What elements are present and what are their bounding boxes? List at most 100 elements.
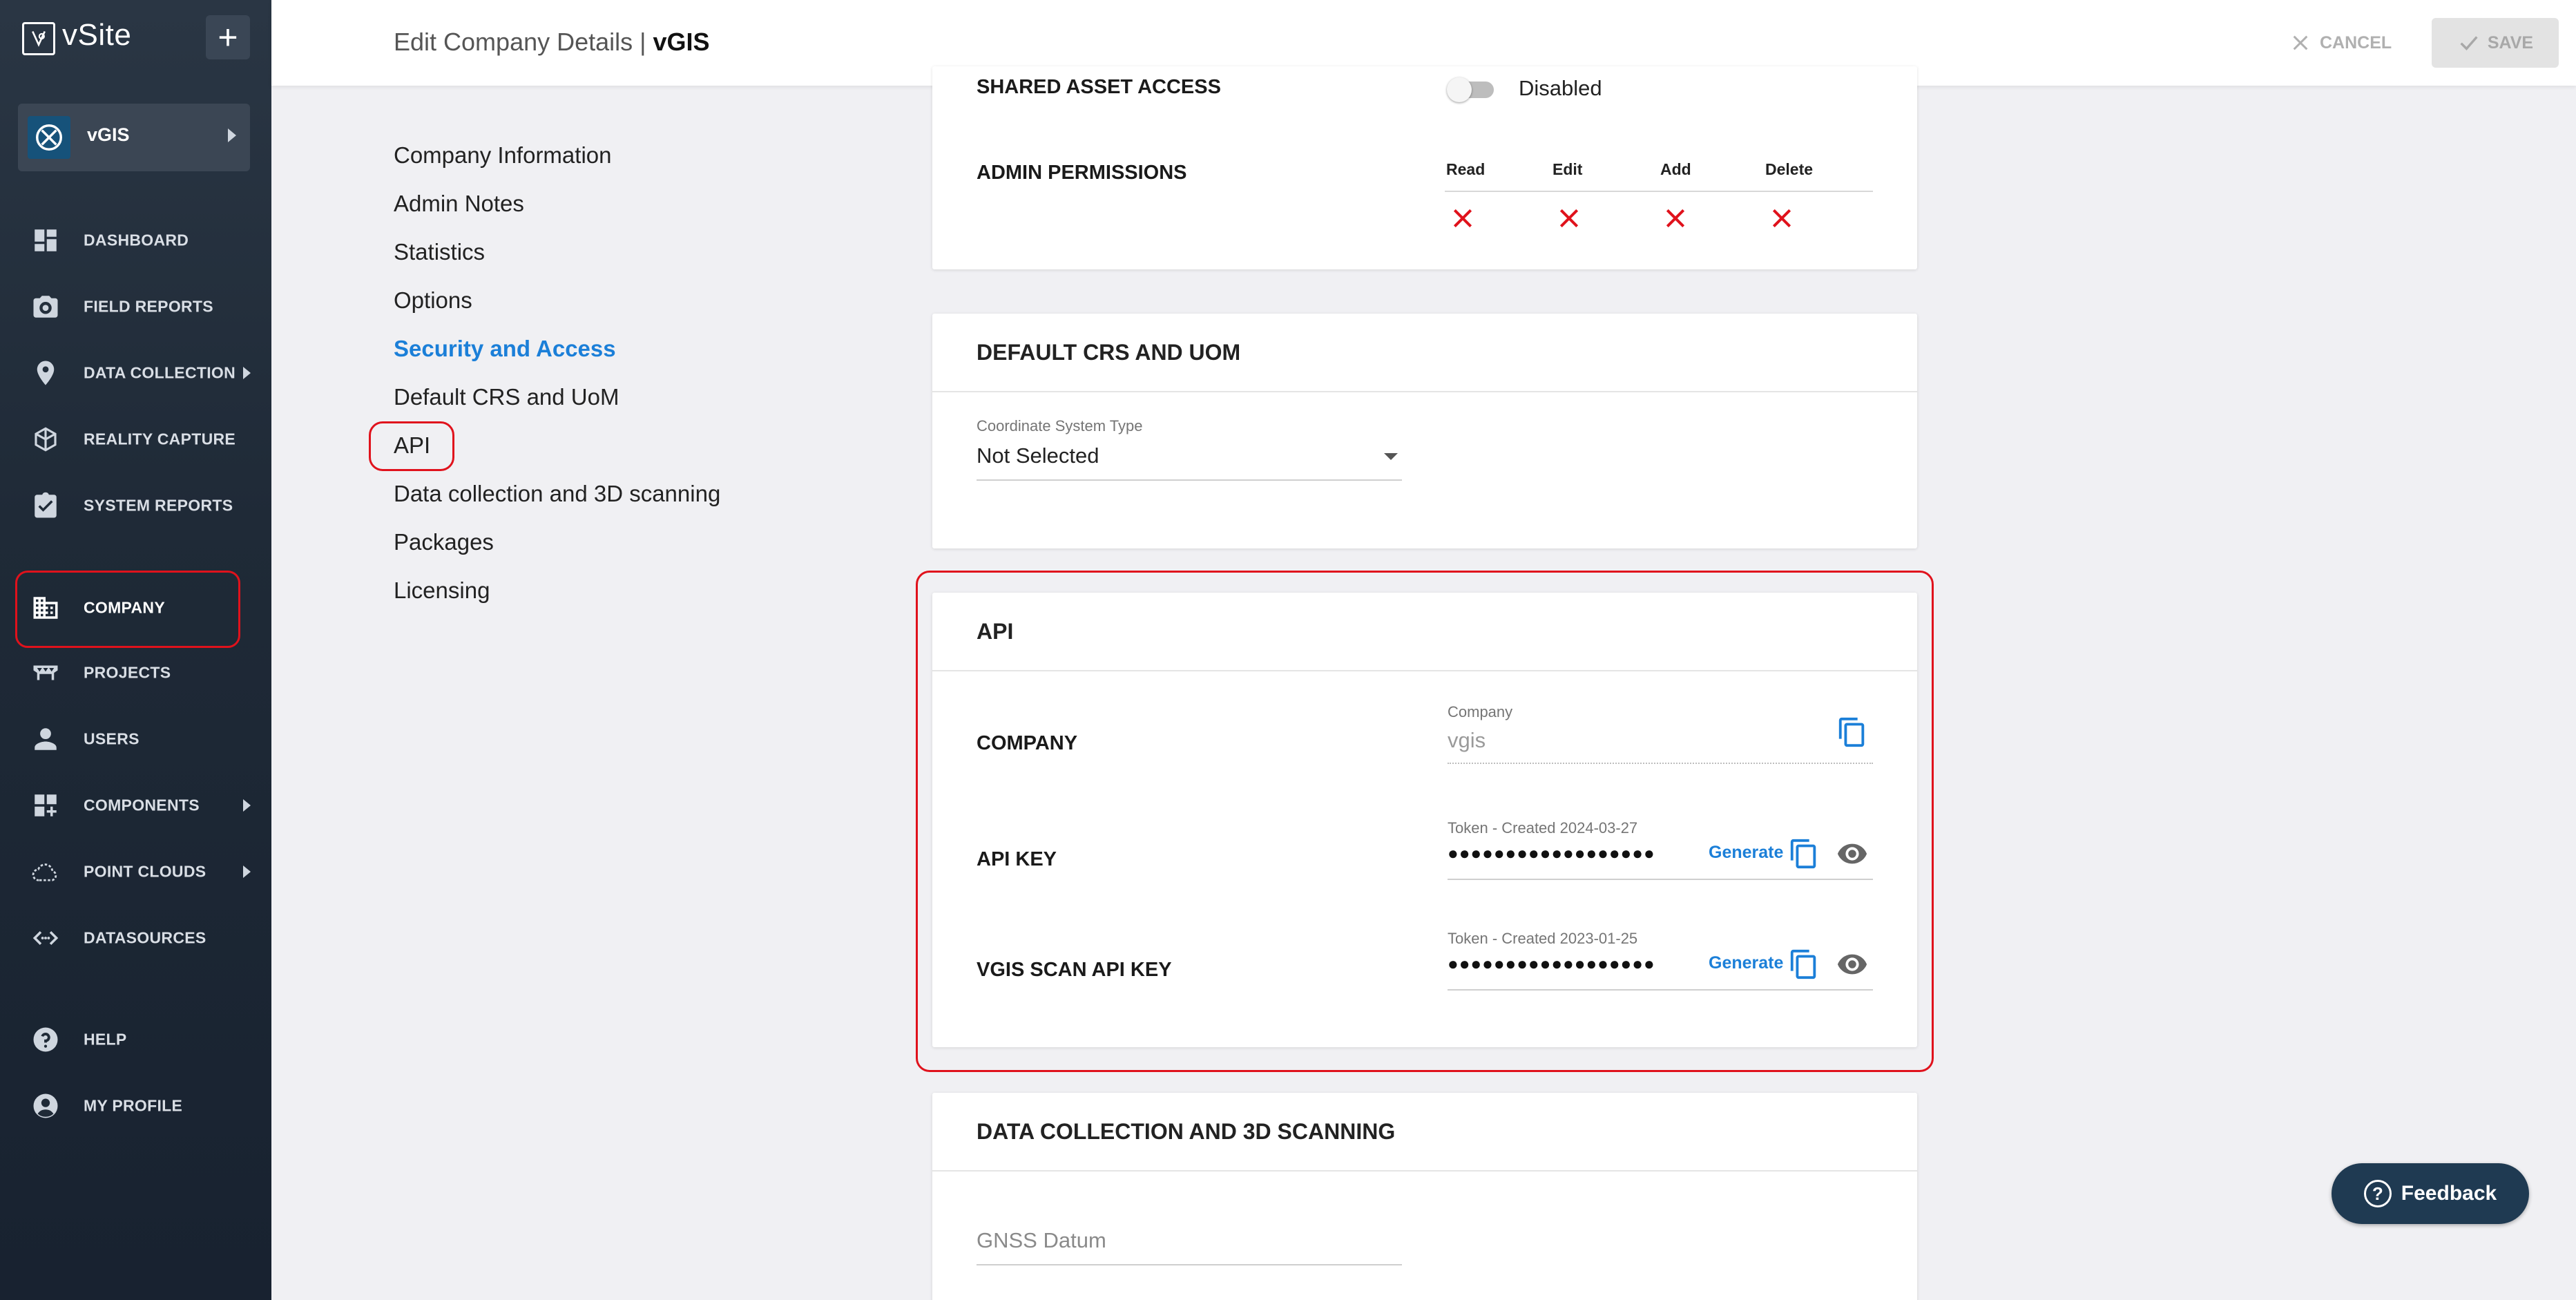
nav-my-profile[interactable]: MY PROFILE <box>0 1082 271 1130</box>
coordinate-system-label: Coordinate System Type <box>977 417 1143 434</box>
feedback-label: Feedback <box>2401 1182 2497 1205</box>
perm-header-edit: Edit <box>1553 160 1583 178</box>
section-link-options[interactable]: Options <box>394 287 472 314</box>
deny-edit-icon <box>1559 209 1579 228</box>
section-link-data-collection[interactable]: Data collection and 3D scanning <box>394 481 720 507</box>
vsite-logo-icon <box>22 22 55 55</box>
default-crs-card: DEFAULT CRS AND UOM Coordinate System Ty… <box>932 314 1917 548</box>
projects-icon <box>30 658 61 688</box>
api-card-highlight-annotation <box>916 571 1934 1072</box>
nav-system-reports[interactable]: SYSTEM REPORTS <box>0 481 271 530</box>
nav-label: DATASOURCES <box>84 928 206 947</box>
datasource-icon <box>30 923 61 953</box>
nav-label: USERS <box>84 729 140 748</box>
dashboard-icon <box>30 225 61 256</box>
security-card: SHARED ASSET ACCESS Disabled ADMIN PERMI… <box>932 66 1917 269</box>
nav-label: POINT CLOUDS <box>84 862 206 881</box>
clipboard-check-icon <box>30 490 61 521</box>
save-label: SAVE <box>2487 32 2534 52</box>
close-icon <box>2293 35 2308 50</box>
camera-icon <box>30 291 61 322</box>
deny-delete-icon <box>1772 209 1791 228</box>
plus-icon: + <box>218 18 238 57</box>
nav-field-reports[interactable]: FIELD REPORTS <box>0 283 271 331</box>
chevron-right-icon <box>243 866 251 878</box>
logo-text: vSite <box>62 18 132 52</box>
nav-datasources[interactable]: DATASOURCES <box>0 914 271 962</box>
user-icon <box>30 724 61 754</box>
section-link-packages[interactable]: Packages <box>394 529 494 555</box>
nav-components[interactable]: COMPONENTS <box>0 781 271 830</box>
shared-asset-status: Disabled <box>1519 76 1602 100</box>
account-circle-icon <box>30 1091 61 1121</box>
add-button[interactable]: + <box>206 15 250 59</box>
components-icon <box>30 790 61 821</box>
nav-label: COMPONENTS <box>84 796 200 814</box>
field-underline <box>977 479 1402 481</box>
cancel-label: CANCEL <box>2320 32 2392 52</box>
gnss-datum-select[interactable]: GNSS Datum <box>977 1228 1402 1270</box>
page-title-prefix: Edit Company Details | <box>394 28 653 56</box>
section-link-security-and-access[interactable]: Security and Access <box>394 336 616 362</box>
admin-permissions-label: ADMIN PERMISSIONS <box>977 162 1187 184</box>
cancel-button[interactable]: CANCEL <box>2289 21 2407 65</box>
data-collection-card: DATA COLLECTION AND 3D SCANNING GNSS Dat… <box>932 1093 1917 1300</box>
nav-projects[interactable]: PROJECTS <box>0 649 271 697</box>
org-switcher[interactable]: vGIS <box>18 104 250 171</box>
nav-label: MY PROFILE <box>84 1096 183 1115</box>
section-link-default-crs[interactable]: Default CRS and UoM <box>394 384 619 410</box>
chevron-right-icon <box>243 367 251 379</box>
save-button[interactable]: SAVE <box>2432 18 2559 68</box>
company-highlight-annotation <box>15 571 240 648</box>
reality-capture-icon <box>30 424 61 455</box>
perm-header-delete: Delete <box>1765 160 1814 178</box>
nav-label: REALITY CAPTURE <box>84 430 236 448</box>
sidebar: vSite + vGIS DASHBOARD FIELD REPORTS DAT… <box>0 0 271 1300</box>
perm-header-read: Read <box>1446 160 1486 178</box>
api-link-highlight-annotation <box>369 421 454 471</box>
shared-asset-label: SHARED ASSET ACCESS <box>977 76 1221 98</box>
section-link-company-information[interactable]: Company Information <box>394 142 611 169</box>
location-pin-icon <box>30 358 61 388</box>
check-icon <box>2460 36 2478 50</box>
data-collection-title: DATA COLLECTION AND 3D SCANNING <box>932 1093 1917 1172</box>
nav-help[interactable]: HELP <box>0 1015 271 1064</box>
nav-users[interactable]: USERS <box>0 715 271 763</box>
nav-dashboard[interactable]: DASHBOARD <box>0 216 271 265</box>
deny-read-icon <box>1453 209 1472 228</box>
section-link-licensing[interactable]: Licensing <box>394 577 490 604</box>
chevron-right-icon <box>243 799 251 812</box>
nav-label: DATA COLLECTION <box>84 363 236 382</box>
gnss-datum-placeholder: GNSS Datum <box>977 1228 1106 1252</box>
help-icon <box>30 1024 61 1055</box>
section-link-statistics[interactable]: Statistics <box>394 239 485 265</box>
nav-point-clouds[interactable]: POINT CLOUDS <box>0 848 271 896</box>
org-avatar <box>28 116 70 159</box>
chevron-right-icon <box>228 128 236 142</box>
nav-label: SYSTEM REPORTS <box>84 496 233 515</box>
nav-label: PROJECTS <box>84 663 171 682</box>
coordinate-system-value: Not Selected <box>977 443 1099 468</box>
shared-asset-toggle[interactable] <box>1447 77 1495 102</box>
nav-label: HELP <box>84 1030 127 1049</box>
question-icon: ? <box>2363 1180 2392 1207</box>
coordinate-system-select[interactable]: Coordinate System Type Not Selected <box>977 417 1644 486</box>
vgis-logo-icon <box>36 124 62 151</box>
feedback-button[interactable]: ? Feedback <box>2332 1163 2529 1224</box>
field-underline <box>977 1264 1402 1265</box>
page-title: Edit Company Details | vGIS <box>394 28 710 57</box>
dropdown-arrow-icon <box>1384 453 1398 460</box>
nav-label: DASHBOARD <box>84 231 189 249</box>
perm-divider <box>1445 191 1873 192</box>
org-name: vGIS <box>87 124 130 145</box>
nav-label: FIELD REPORTS <box>84 297 213 316</box>
page-title-org: vGIS <box>653 28 710 56</box>
perm-header-add: Add <box>1660 160 1691 178</box>
nav-reality-capture[interactable]: REALITY CAPTURE <box>0 415 271 463</box>
cloud-icon <box>30 857 61 887</box>
toggle-knob <box>1447 77 1472 102</box>
section-link-admin-notes[interactable]: Admin Notes <box>394 191 524 217</box>
nav-data-collection[interactable]: DATA COLLECTION <box>0 349 271 397</box>
default-crs-title: DEFAULT CRS AND UOM <box>932 314 1917 392</box>
deny-add-icon <box>1666 209 1685 228</box>
